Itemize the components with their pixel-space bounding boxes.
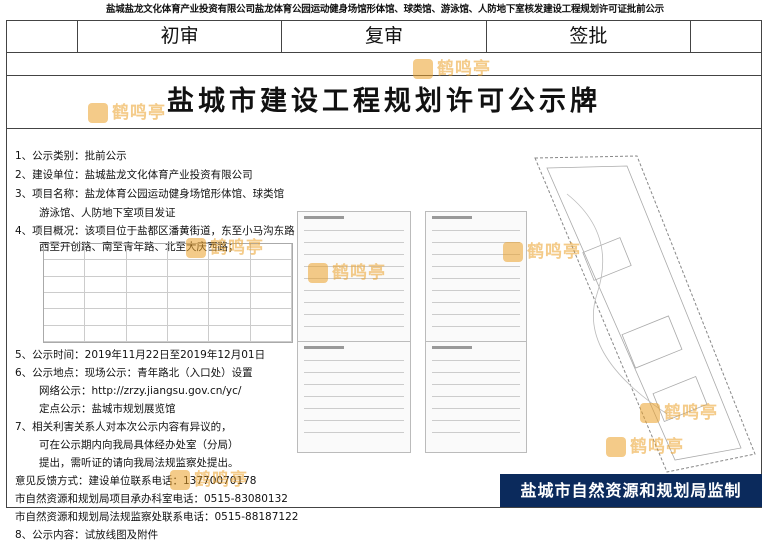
header-caption: 盐城盐龙文化体育产业投资有限公司盐龙体育公园运动健身场馆形体馆、球类馆、游泳馆、… xyxy=(105,4,664,15)
watermark-1: 鹤鸣亭 xyxy=(186,233,264,258)
notice-page: 盐城盐龙文化体育产业投资有限公司盐龙体育公园运动健身场馆形体馆、球类馆、游泳馆、… xyxy=(0,0,770,541)
watermark-text: 鹤鸣亭 xyxy=(112,103,166,123)
approval-row: 初审 复审 签批 xyxy=(7,21,761,53)
watermark-logo-icon xyxy=(606,437,626,457)
watermark-text: 鹤鸣亭 xyxy=(437,59,491,79)
watermark-logo-icon xyxy=(503,242,523,262)
watermark-logo-icon xyxy=(186,238,206,258)
sign-off-cell: 签批 xyxy=(485,21,690,52)
info-category: 1、公示类别：批前公示 xyxy=(15,150,127,162)
watermark-text: 鹤鸣亭 xyxy=(630,437,684,457)
watermark-logo-icon xyxy=(413,59,433,79)
watermark-3: 鹤鸣亭 xyxy=(503,237,581,262)
watermark-text: 鹤鸣亭 xyxy=(332,263,386,283)
watermark-logo-icon xyxy=(170,470,190,490)
info-builder: 2、建设单位：盐城盐龙文化体育产业投资有限公司 xyxy=(15,169,253,181)
project-summary-table xyxy=(43,243,293,343)
second-review-cell: 复审 xyxy=(281,21,485,52)
watermark-2: 鹤鸣亭 xyxy=(413,54,491,79)
info-location: 6、公示地点：现场公示：青年路北（入口处）设置 xyxy=(15,367,253,379)
board-title: 盐城市建设工程规划许可公示牌 xyxy=(167,86,601,117)
issuer-banner: 盐城市自然资源和规划局监制 xyxy=(500,474,762,507)
watermark-7: 鹤鸣亭 xyxy=(640,398,718,423)
info-content: 8、公示内容：试放线图及附件 xyxy=(15,529,159,541)
info-period: 5、公示时间：2019年11月22日至2019年12月01日 xyxy=(15,349,266,361)
info-web: 网络公示：http://zrzy.jiangsu.gov.cn/yc/ xyxy=(39,385,242,397)
info-contact-legal: 市自然资源和规划局法规监察处联系电话：0515-88187122 xyxy=(15,511,299,523)
attachment-sheet-4 xyxy=(425,341,527,453)
watermark-8: 鹤鸣亭 xyxy=(170,465,248,490)
watermark-logo-icon xyxy=(640,403,660,423)
watermark-6: 鹤鸣亭 xyxy=(606,432,684,457)
info-project-name-cont: 游泳馆、人防地下室项目发证 xyxy=(39,207,176,219)
watermark-text: 鹤鸣亭 xyxy=(664,403,718,423)
watermark-4: 鹤鸣亭 xyxy=(308,258,386,283)
site-plan-drawing xyxy=(534,155,756,473)
watermark-5: 鹤鸣亭 xyxy=(88,98,166,123)
watermark-logo-icon xyxy=(308,263,328,283)
watermark-logo-icon xyxy=(88,103,108,123)
info-project-name: 3、项目名称：盐龙体育公园运动健身场馆形体馆、球类馆 xyxy=(15,188,285,200)
info-contact-office: 市自然资源和规划局项目承办科室电话：0515-83080132 xyxy=(15,493,288,505)
first-review-cell: 初审 xyxy=(77,21,281,52)
watermark-text: 鹤鸣亭 xyxy=(194,470,248,490)
info-fixed-site: 定点公示：盐城市规划展览馆 xyxy=(39,403,176,415)
attachment-sheet-2 xyxy=(425,211,527,345)
watermark-text: 鹤鸣亭 xyxy=(527,242,581,262)
watermark-text: 鹤鸣亭 xyxy=(210,238,264,258)
info-objection: 7、相关利害关系人对本次公示内容有异议的， xyxy=(15,421,232,433)
info-objection-2: 可在公示期内向我局具体经办处室（分局） xyxy=(39,439,239,451)
attachment-sheet-3 xyxy=(297,341,411,453)
